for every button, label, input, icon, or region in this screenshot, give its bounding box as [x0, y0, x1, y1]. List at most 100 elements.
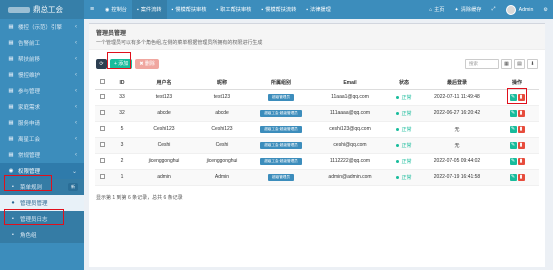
app-root: 鼎总工会 ▦ 楼控（示范）引擎 ‹ ▦ 告警前工 ‹ ▦ 帮扶前移 ‹ ▦ 慢控维护 ‹ ▦ 参与… — [0, 0, 553, 270]
delete-row-button[interactable]: ▮ — [517, 173, 525, 181]
row-checkbox[interactable] — [99, 109, 105, 115]
cell-nickname: Admin — [193, 169, 251, 186]
cell-username: jicenggonghui — [135, 153, 193, 170]
home-label: 主页 — [434, 7, 445, 13]
tab-worker-review[interactable]: ▪ 职工帮扶审核 — [211, 0, 256, 19]
row-checkbox[interactable] — [99, 157, 105, 163]
user-menu[interactable]: Admin — [501, 0, 539, 19]
col-last-login[interactable]: 最后登录 — [419, 77, 495, 90]
sidebar-item-label: 服务申请 — [18, 121, 41, 127]
edit-button[interactable]: ✎ — [509, 173, 517, 181]
settings-icon[interactable]: ⚙ — [538, 0, 553, 19]
select-all-checkbox[interactable] — [99, 79, 105, 85]
row-checkbox[interactable] — [99, 93, 105, 99]
delete-button[interactable]: ✖ 删除 — [135, 58, 159, 69]
main-content: 管理员管理 一个管理员可以有多个角色组,左侧的菜单根据管理员所拥有的权限进行生成… — [84, 19, 553, 270]
home-icon: ⌂ — [429, 6, 433, 13]
panel-header: 管理员管理 一个管理员可以有多个角色组,左侧的菜单根据管理员所拥有的权限进行生成 — [89, 24, 545, 50]
top-navbar: ≡ ◉ 控制台 ▪ 案件流转 ▪ 慢模帮扶审核 ▪ 职工帮扶审核 ▪ 慢模帮扶流转 ▪ 法律… — [84, 0, 553, 19]
col-email[interactable]: Email — [311, 77, 389, 90]
cell-select[interactable] — [95, 89, 109, 106]
export-icon[interactable]: ⬇ — [527, 58, 538, 69]
table-row[interactable]: 5 Ceshi123 Ceshi123 超级工会·超级管理员 ceshi123@qq.c… — [95, 121, 539, 138]
tab-legal[interactable]: ▪ 法律援理 — [301, 0, 336, 19]
admin-panel: 管理员管理 一个管理员可以有多个角色组,左侧的菜单根据管理员所拥有的权限进行生成… — [89, 23, 545, 267]
table-row[interactable]: 33 test123 test123 超级管理员 11aaa1@qq.com 正常 2022… — [95, 89, 539, 106]
delete-row-button[interactable]: ▮ — [517, 109, 525, 117]
cell-select[interactable] — [95, 137, 109, 154]
sidebar-item-family[interactable]: ▦ 家庭需求 ‹ — [0, 99, 84, 115]
chevron-left-icon: ‹ — [75, 40, 77, 46]
delete-row-button[interactable]: ▮ — [517, 125, 525, 133]
cell-id: 33 — [109, 89, 135, 106]
sidebar-item-assist[interactable]: ▦ 帮扶前移 ‹ — [0, 51, 84, 67]
cell-select[interactable] — [95, 153, 109, 170]
col-username[interactable]: 用户名 — [135, 77, 193, 90]
cell-username: admin — [135, 169, 193, 186]
col-id[interactable]: ID — [109, 77, 135, 90]
trash-icon: ✦ — [454, 6, 459, 13]
sidebar-item-maintain[interactable]: ▦ 慢控维护 ‹ — [0, 67, 84, 83]
cell-last-login: 无 — [419, 137, 495, 154]
col-nickname[interactable]: 昵称 — [193, 77, 251, 90]
table-toolbar: ⟳ + 添加 ✖ 删除 搜索 ▦ ▤ ⬇ — [89, 55, 545, 72]
row-checkbox[interactable] — [99, 141, 105, 147]
tab-icon: ▪ — [216, 6, 219, 13]
table-row[interactable]: 2 jicenggonghui jicenggonghui 超级工会·超级管理员 111… — [95, 153, 539, 170]
tab-label: 案件流转 — [140, 7, 162, 13]
cell-group: 超级工会·超级管理员 — [251, 153, 311, 170]
home-link[interactable]: ⌂ 主页 — [424, 0, 449, 19]
status-text: 正常 — [401, 142, 412, 149]
row-checkbox[interactable] — [99, 173, 105, 179]
sidebar-item-general[interactable]: ▦ 常规管理 ‹ — [0, 147, 84, 163]
cell-email: ceshi123@qq.com — [311, 121, 389, 138]
tab-icon: ▪ — [306, 6, 309, 13]
refresh-button[interactable]: ⟳ — [96, 58, 107, 69]
cell-username: test123 — [135, 89, 193, 106]
sidebar-item-service[interactable]: ▦ 服务申请 ‹ — [0, 115, 84, 131]
menu-toggle-icon[interactable]: ≡ — [84, 6, 100, 13]
clear-cache-button[interactable]: ✦ 清除缓存 — [450, 0, 487, 19]
sidebar-item-participate[interactable]: ▦ 参与管理 ‹ — [0, 83, 84, 99]
menu-icon: ▦ — [8, 104, 14, 110]
tab-dashboard[interactable]: ◉ 控制台 — [100, 0, 132, 19]
status-dot — [396, 159, 400, 163]
sidebar-item-engine[interactable]: ▦ 楼控（示范）引擎 ‹ — [0, 19, 84, 35]
delete-row-button[interactable]: ▮ — [517, 141, 525, 149]
tab-assist-review[interactable]: ▪ 慢模帮扶审核 — [167, 0, 212, 19]
search-input[interactable]: 搜索 — [465, 58, 499, 69]
user-icon: ● — [11, 200, 15, 206]
cell-select[interactable] — [95, 105, 109, 122]
sidebar-item-label: 家庭需求 — [18, 105, 41, 111]
edit-button[interactable]: ✎ — [509, 109, 517, 117]
edit-button[interactable]: ✎ — [509, 125, 517, 133]
fullscreen-icon[interactable]: ⤢ — [486, 0, 500, 19]
cell-select[interactable] — [95, 121, 109, 138]
sidebar-item-union[interactable]: ▦ 离星工会 ‹ — [0, 131, 84, 147]
delete-row-button[interactable]: ▮ — [517, 157, 525, 165]
cell-select[interactable] — [95, 169, 109, 186]
row-checkbox[interactable] — [99, 125, 105, 131]
chevron-left-icon: ‹ — [75, 24, 77, 30]
status-dot — [396, 175, 400, 179]
edit-button[interactable]: ✎ — [509, 157, 517, 165]
tab-assist-flow[interactable]: ▪ 慢模帮扶流转 — [256, 0, 301, 19]
cell-actions: ✎ ▮ — [495, 169, 539, 186]
view-toggle-icon[interactable]: ▦ — [501, 58, 512, 69]
status-badge: 正常 — [396, 95, 412, 101]
table-row[interactable]: 1 admin Admin 超级管理员 admin@admin.com 正常 2022-07… — [95, 169, 539, 186]
col-status[interactable]: 状态 — [389, 77, 419, 90]
cell-group: 超级工会·超级管理员 — [251, 137, 311, 154]
table-row[interactable]: 32 abcde abcde 超级工会·超级管理员 111aaaa@qq.com 正常 20… — [95, 105, 539, 122]
col-group[interactable]: 所属组别 — [251, 77, 311, 90]
columns-icon[interactable]: ▤ — [514, 58, 525, 69]
user-name: Admin — [518, 6, 534, 13]
sidebar-item-role-group[interactable]: ▪ 角色组 — [0, 227, 84, 243]
select-all-header[interactable] — [95, 77, 109, 90]
sidebar-item-alerts[interactable]: ▦ 告警前工 ‹ — [0, 35, 84, 51]
tab-case-flow[interactable]: ▪ 案件流转 — [131, 0, 167, 19]
table-row[interactable]: 3 Ceshi Ceshi 超级工会·超级管理员 ceshi@qq.com 正常无 ✎ ▮ — [95, 137, 539, 154]
menu-icon: ▦ — [8, 120, 14, 126]
edit-button[interactable]: ✎ — [509, 141, 517, 149]
logo[interactable]: 鼎总工会 — [0, 0, 84, 19]
